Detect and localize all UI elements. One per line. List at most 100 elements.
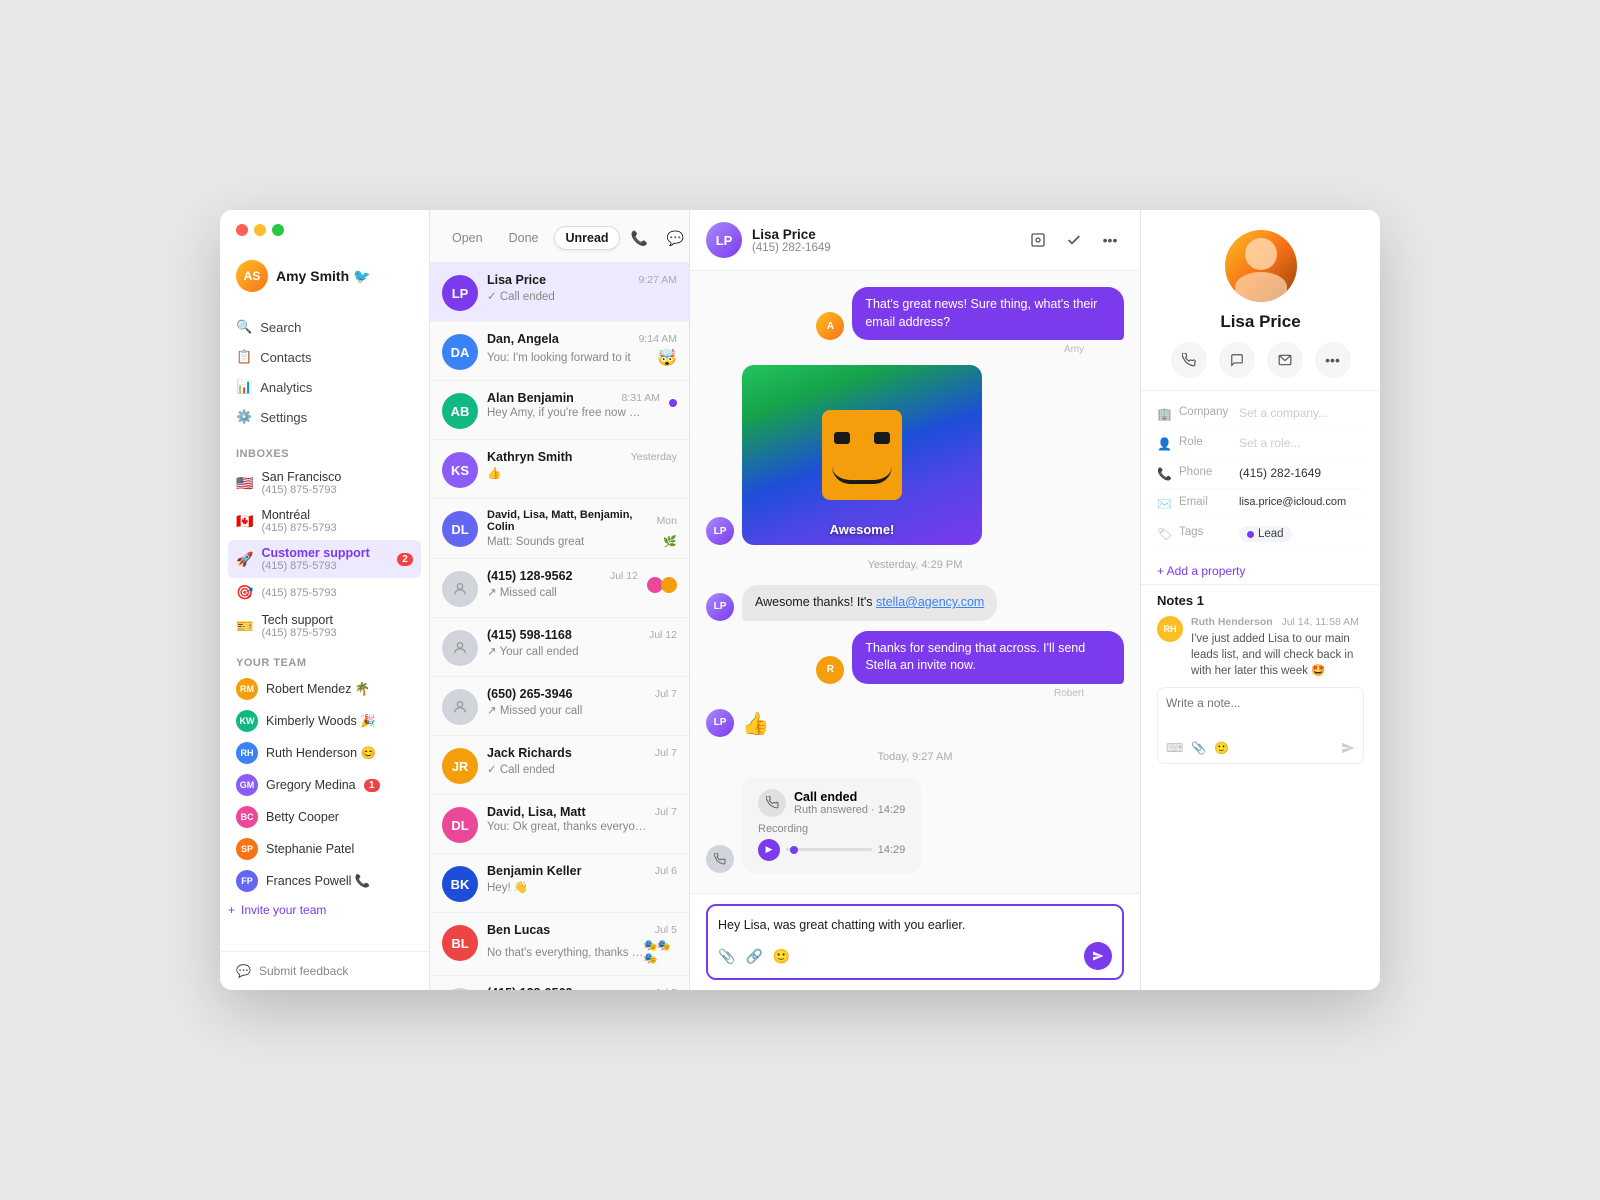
ticket-icon: 🎫 [236,618,253,635]
note-format-icon[interactable]: ⌨ [1166,741,1183,755]
conv-emoji-indicators [647,577,677,593]
team-betty-cooper[interactable]: BC Betty Cooper [228,801,421,833]
note-send-icon[interactable] [1341,741,1355,755]
app-window: AS Amy Smith 🐦 🔍 Search 📋 Contacts 📊 Ana… [220,210,1380,990]
conv-phone-128-9562-1[interactable]: (415) 128-9562 Jul 12 ↗ Missed call [430,559,689,618]
conv-preview: ✓ Call ended [487,289,647,303]
conv-avatar: KS [442,452,478,488]
conv-name: (650) 265-3946 [487,687,572,701]
minimize-button[interactable] [254,224,266,236]
note-textarea[interactable] [1166,696,1355,732]
note-emoji-icon[interactable]: 🙂 [1214,741,1229,755]
conv-name: Kathryn Smith [487,450,572,464]
note-author: Ruth Henderson [1191,616,1273,628]
conv-dan-angela[interactable]: DA Dan, Angela 9:14 AM You: I'm looking … [430,322,689,381]
company-value[interactable]: Set a company... [1239,406,1364,420]
conv-benjamin-keller[interactable]: BK Benjamin Keller Jul 6 Hey! 👋 [430,854,689,913]
lisa-avatar-3: LP [706,709,734,737]
message-input[interactable] [718,914,1112,936]
conv-preview: 👍 [487,466,647,480]
team-frances-powell[interactable]: FP Frances Powell 📞 [228,865,421,897]
send-button[interactable] [1084,942,1112,970]
contact-name: Lisa Price [1220,312,1300,332]
conv-ben-lucas[interactable]: BL Ben Lucas Jul 5 No that's everything,… [430,913,689,976]
team-member-name: Frances Powell 📞 [266,874,371,889]
phone-icon-btn[interactable]: 📞 [626,224,654,252]
conv-jack-richards[interactable]: JR Jack Richards Jul 7 ✓ Call ended [430,736,689,795]
search-icon: 🔍 [236,319,252,335]
call-action-btn[interactable] [1171,342,1207,378]
tab-done[interactable]: Done [499,227,549,249]
nav-item-search[interactable]: 🔍 Search [228,312,421,342]
nav-item-contacts[interactable]: 📋 Contacts [228,342,421,372]
audio-progress-indicator [790,846,798,854]
msg-row-incoming-email: LP Awesome thanks! It's stella@agency.co… [706,585,1124,621]
conv-phone-128-jul5[interactable]: (415) 128-9562 Jul 5 ↗ Missed call [430,976,689,990]
more-icon-btn[interactable]: ••• [1096,226,1124,254]
attachment-icon[interactable]: 📎 [718,948,735,965]
conv-name: (415) 128-9562 [487,986,572,990]
msg-bubble-email: Awesome thanks! It's stella@agency.com [742,585,997,621]
team-stephanie-patel[interactable]: SP Stephanie Patel [228,833,421,865]
call-icon-circle [758,789,786,817]
email-link[interactable]: stella@agency.com [876,595,984,609]
nav-item-settings[interactable]: ⚙️ Settings [228,402,421,432]
inbox-tech-support[interactable]: 🎫 Tech support (415) 875-5793 [228,607,421,645]
lego-image: Awesome! [742,365,982,545]
email-action-btn[interactable] [1267,342,1303,378]
conv-david-lisa-matt[interactable]: DL David, Lisa, Matt Jul 7 You: Ok great… [430,795,689,854]
feedback-button[interactable]: 💬 Submit feedback [220,951,429,990]
paperclip-icon[interactable]: 🔗 [745,948,762,965]
conv-group-david[interactable]: DL David, Lisa, Matt, Benjamin, Colin Mo… [430,499,689,559]
team-ruth-henderson[interactable]: RH Ruth Henderson 😊 [228,737,421,769]
chat-input-box: 📎 🔗 🙂 [706,904,1124,980]
close-button[interactable] [236,224,248,236]
conv-list-scroll: LP Lisa Price 9:27 AM ✓ Call ended DA Da… [430,263,689,990]
add-property-button[interactable]: + Add a property [1141,558,1380,584]
inbox-name-active: Customer support [261,546,389,560]
emoji-badge: 🌿 [663,535,677,548]
team-member-name: Stephanie Patel [266,842,354,856]
invite-team-button[interactable]: + Invite your team [220,897,429,923]
nav-label-settings: Settings [260,410,307,425]
screenshot-icon-btn[interactable] [1024,226,1052,254]
conv-kathryn-smith[interactable]: KS Kathryn Smith Yesterday 👍 [430,440,689,499]
inbox-unnamed[interactable]: 🎯 (415) 875-5793 [228,578,421,607]
inbox-san-francisco[interactable]: 🇺🇸 San Francisco (415) 875-5793 [228,464,421,502]
conv-time: Jul 7 [655,747,677,759]
chat-input-area: 📎 🔗 🙂 [690,893,1140,990]
check-icon-btn[interactable] [1060,226,1088,254]
nav-label-contacts: Contacts [260,350,311,365]
chat-action-btn[interactable] [1219,342,1255,378]
conv-alan-benjamin[interactable]: AB Alan Benjamin 8:31 AM Hey Amy, if you… [430,381,689,440]
contact-big-avatar [1225,230,1297,302]
conv-name: David, Lisa, Matt, Benjamin, Colin [487,509,657,533]
team-gregory-medina[interactable]: GM Gregory Medina 1 [228,769,421,801]
tab-open[interactable]: Open [442,227,493,249]
tag-value: Lead [1258,528,1284,540]
nav-item-analytics[interactable]: 📊 Analytics [228,372,421,402]
inbox-montreal[interactable]: 🇨🇦 Montréal (415) 875-5793 [228,502,421,540]
conv-lisa-price[interactable]: LP Lisa Price 9:27 AM ✓ Call ended [430,263,689,322]
team-kimberly-woods[interactable]: KW Kimberly Woods 🎉 [228,705,421,737]
team-section-label: Your team [220,645,429,673]
audio-progress[interactable] [786,848,872,851]
play-button[interactable]: ▶ [758,839,780,861]
conv-phone-598-1168-1[interactable]: (415) 598-1168 Jul 12 ↗ Your call ended [430,618,689,677]
tag-chip[interactable]: Lead [1239,526,1292,542]
conv-phone-650[interactable]: (650) 265-3946 Jul 7 ↗ Missed your call [430,677,689,736]
maximize-button[interactable] [272,224,284,236]
settings-icon: ⚙️ [236,409,252,425]
emoji-icon[interactable]: 🙂 [773,948,790,965]
lisa-avatar: LP [706,517,734,545]
tab-unread[interactable]: Unread [554,226,619,250]
team-avatar: SP [236,838,258,860]
sidebar-user[interactable]: AS Amy Smith 🐦 [220,250,429,308]
role-value[interactable]: Set a role... [1239,436,1364,450]
message-icon-btn[interactable]: 💬 [662,224,690,252]
team-robert-mendez[interactable]: RM Robert Mendez 🌴 [228,673,421,705]
conv-name: Jack Richards [487,746,572,760]
note-attach-icon[interactable]: 📎 [1191,741,1206,755]
inbox-customer-support[interactable]: 🚀 Customer support (415) 875-5793 2 [228,540,421,578]
more-action-btn[interactable]: ••• [1315,342,1351,378]
